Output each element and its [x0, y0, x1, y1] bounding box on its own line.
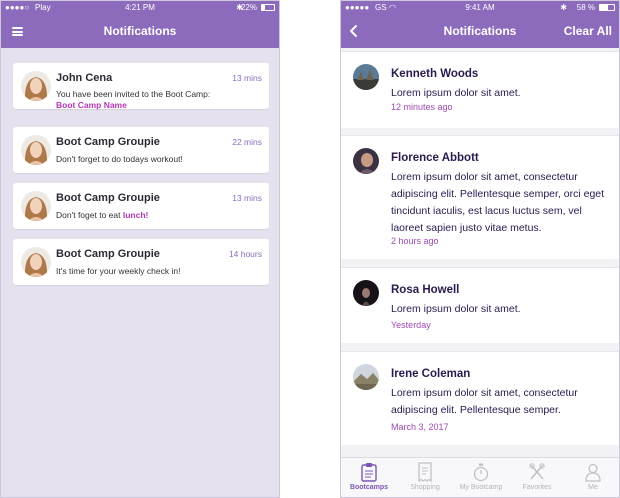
- tab-favorites[interactable]: Favorites: [509, 462, 565, 491]
- status-bar: ●●●●○ Play 4:21 PM ✱ 22%: [1, 1, 279, 15]
- notification-card[interactable]: Boot Camp Groupie 14 hours It's time for…: [13, 239, 269, 285]
- avatar: [21, 71, 51, 101]
- sender-name: Boot Camp Groupie: [56, 248, 160, 260]
- notification-card[interactable]: Boot Camp Groupie 13 mins Don't foget to…: [13, 183, 269, 229]
- tab-label: Shopping: [410, 484, 440, 491]
- notification-message: You have been invited to the Boot Camp: …: [56, 89, 261, 111]
- tab-my-bootcamp[interactable]: My Bootcamp: [453, 462, 509, 491]
- tab-label: Bootcamps: [349, 484, 389, 491]
- tab-me[interactable]: Me: [565, 462, 619, 491]
- notification-time: 13 mins: [232, 193, 262, 203]
- notification-message: Don't foget to eat lunch!: [56, 210, 261, 221]
- notification-time: 22 mins: [232, 137, 262, 147]
- list-item[interactable]: Florence Abbott Lorem ipsum dolor sit am…: [341, 135, 619, 259]
- notification-message: Lorem ipsum dolor sit amet, consectetur …: [391, 171, 605, 234]
- list-item[interactable]: Irene Coleman Lorem ipsum dolor sit amet…: [341, 351, 619, 445]
- sender-name: Boot Camp Groupie: [56, 136, 160, 148]
- lunch-link[interactable]: lunch!: [123, 210, 149, 220]
- stopwatch-icon: [473, 463, 489, 482]
- notification-time: 13 mins: [232, 73, 262, 83]
- utensils-icon: [529, 463, 545, 480]
- receipt-icon: [418, 462, 432, 482]
- notification-time: 12 minutes ago: [391, 102, 453, 112]
- user-icon: [585, 463, 601, 482]
- list-item[interactable]: Kenneth Woods Lorem ipsum dolor sit amet…: [341, 51, 619, 128]
- notification-time: Yesterday: [391, 320, 431, 330]
- notification-time: March 3, 2017: [391, 422, 449, 432]
- page-title: Notifications: [103, 24, 177, 38]
- bluetooth-icon: ✱: [560, 3, 567, 12]
- notification-message: Lorem ipsum dolor sit amet, consectetur …: [391, 387, 578, 416]
- clear-all-button[interactable]: Clear All: [564, 24, 612, 38]
- notification-message: Lorem ipsum dolor sit amet.: [391, 87, 521, 99]
- sender-name: Irene Coleman: [391, 368, 471, 380]
- tab-bootcamps[interactable]: Bootcamps: [341, 462, 397, 491]
- sender-name: Florence Abbott: [391, 152, 479, 164]
- tab-label: Me: [588, 484, 598, 491]
- notification-message: It's time for your weekly check in!: [56, 266, 181, 276]
- battery-icon: [599, 4, 615, 11]
- avatar: [21, 135, 51, 165]
- tab-label: Favorites: [522, 484, 552, 491]
- status-bar: ●●●●● GS ◠ 9:41 AM ✱ 58 %: [341, 1, 619, 15]
- list-item[interactable]: Rosa Howell Lorem ipsum dolor sit amet. …: [341, 267, 619, 343]
- battery-icon: [261, 4, 275, 11]
- notification-card[interactable]: Boot Camp Groupie 22 mins Don't forget t…: [13, 127, 269, 173]
- avatar: [353, 280, 379, 306]
- notification-message: Don't forget to do todays workout!: [56, 154, 183, 164]
- nav-bar: Notifications Clear All: [341, 15, 619, 48]
- avatar: [353, 64, 379, 90]
- battery-percent: 58 %: [576, 3, 595, 12]
- left-phone-screen: ●●●●○ Play 4:21 PM ✱ 22% Notifications J…: [0, 0, 280, 498]
- avatar: [21, 191, 51, 221]
- avatar: [21, 247, 51, 277]
- sender-name: Boot Camp Groupie: [56, 192, 160, 204]
- sender-name: John Cena: [56, 72, 113, 84]
- notification-card[interactable]: John Cena 13 mins You have been invited …: [13, 63, 269, 111]
- avatar: [353, 364, 379, 390]
- tab-shopping[interactable]: Shopping: [397, 462, 453, 491]
- sender-name: Kenneth Woods: [391, 68, 479, 80]
- tab-label: My Bootcamp: [459, 484, 503, 491]
- right-phone-screen: ●●●●● GS ◠ 9:41 AM ✱ 58 % Notifications …: [340, 0, 620, 498]
- bootcamp-link[interactable]: Boot Camp Name: [56, 100, 127, 110]
- notification-time: 2 hours ago: [391, 236, 439, 246]
- message-text: You have been invited to the Boot Camp:: [56, 89, 211, 99]
- notification-time: 14 hours: [228, 249, 262, 259]
- avatar: [353, 148, 379, 174]
- tab-bar: Bootcamps Shopping My Bootcamp Favorites…: [341, 457, 619, 497]
- sender-name: Rosa Howell: [391, 284, 460, 296]
- message-text: Don't foget to eat: [56, 210, 123, 220]
- notification-message: Lorem ipsum dolor sit amet.: [391, 303, 521, 315]
- nav-bar: Notifications: [1, 15, 279, 48]
- clipboard-icon: [361, 463, 377, 482]
- battery-percent: 22%: [240, 3, 257, 12]
